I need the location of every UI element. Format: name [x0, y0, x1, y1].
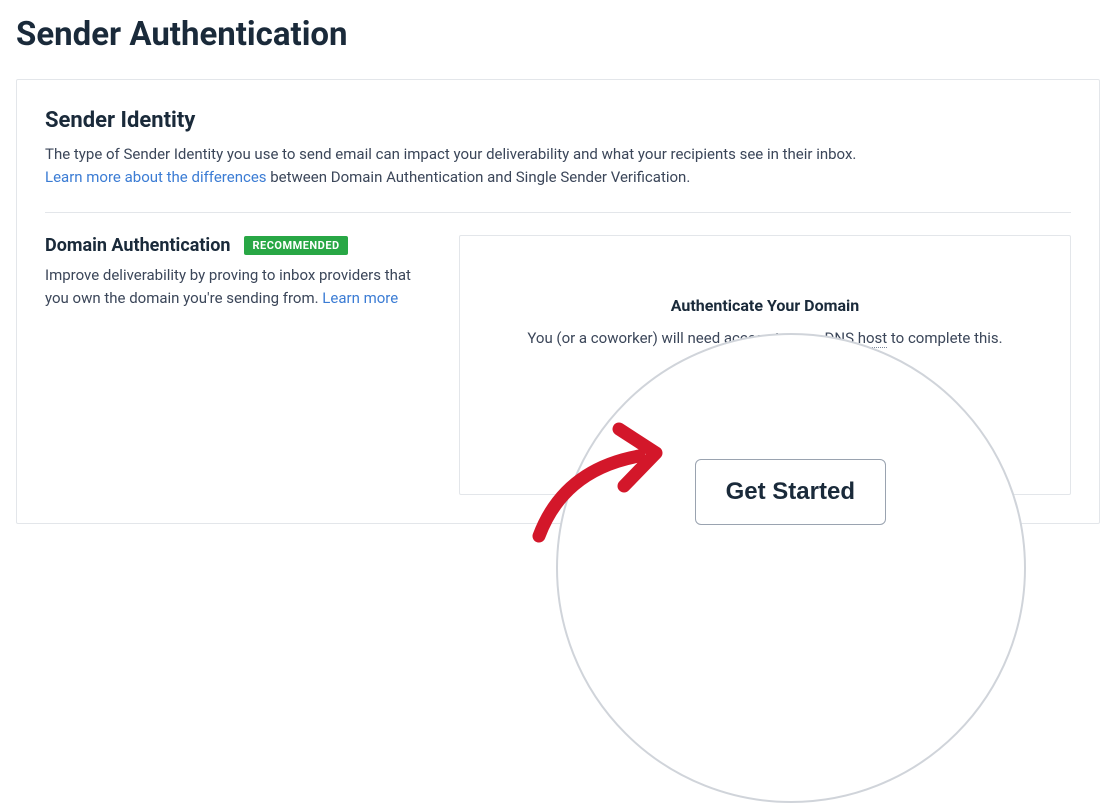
divider — [45, 212, 1071, 213]
domain-auth-right: Authenticate Your Domain You (or a cowor… — [459, 235, 1071, 495]
domain-auth-description: Improve deliverability by proving to inb… — [45, 264, 425, 311]
domain-auth-learn-more-link[interactable]: Learn more — [322, 289, 398, 307]
learn-differences-link[interactable]: Learn more about the differences — [45, 168, 267, 186]
recommended-badge: RECOMMENDED — [244, 236, 347, 255]
dns-host-term[interactable]: DNS host — [825, 329, 888, 348]
authenticate-domain-description: You (or a coworker) will need access to … — [490, 329, 1040, 347]
settings-card: Sender Identity The type of Sender Ident… — [16, 79, 1100, 524]
sender-identity-title: Sender Identity — [45, 108, 1071, 133]
authenticate-domain-title: Authenticate Your Domain — [490, 296, 1040, 315]
sender-identity-desc-line2-tail: between Domain Authentication and Single… — [267, 168, 691, 186]
auth-desc-pre: You (or a coworker) will need access to … — [527, 329, 824, 347]
domain-auth-row: Domain Authentication RECOMMENDED Improv… — [45, 235, 1071, 495]
sender-identity-desc-line1: The type of Sender Identity you use to s… — [45, 145, 856, 163]
authenticate-domain-panel: Authenticate Your Domain You (or a cowor… — [459, 235, 1071, 495]
sender-identity-description: The type of Sender Identity you use to s… — [45, 143, 1071, 190]
get-started-button[interactable]: Get Started — [695, 459, 886, 525]
domain-auth-header: Domain Authentication RECOMMENDED — [45, 235, 425, 256]
domain-auth-left: Domain Authentication RECOMMENDED Improv… — [45, 235, 425, 495]
page-title: Sender Authentication — [0, 0, 1116, 79]
domain-auth-title: Domain Authentication — [45, 235, 230, 256]
auth-desc-post: to complete this. — [887, 329, 1002, 347]
